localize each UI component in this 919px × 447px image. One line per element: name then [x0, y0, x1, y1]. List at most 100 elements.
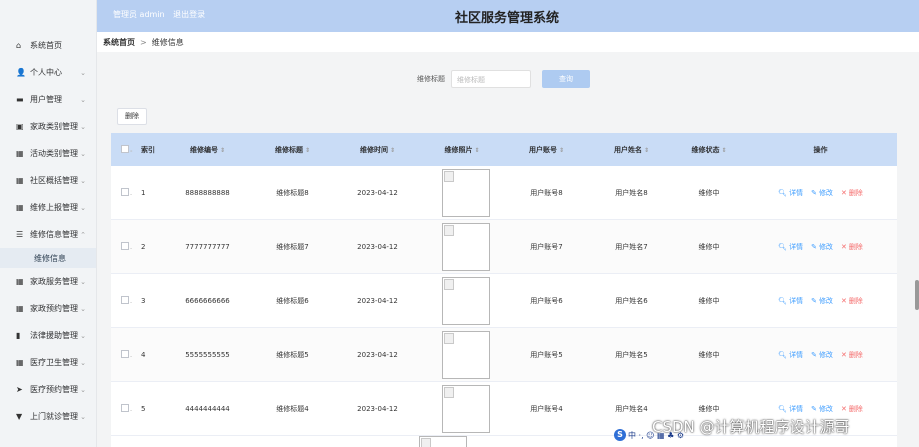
chart-icon: ▮ — [16, 331, 21, 340]
table-row: -3 6666666666 维修标题6 2023-04-12 用户账号6 用户姓名6 维修中… — [111, 274, 897, 328]
sidebar-item-10[interactable]: ▮ 法律援助管理 ⌄ — [0, 322, 96, 349]
row-name: 用户姓名4 — [615, 404, 648, 413]
row-title: 维修标题4 — [276, 404, 309, 413]
edit-button[interactable]: ✎ 修改 — [811, 242, 833, 252]
sidebar-item-label: 活动类别管理 — [30, 149, 78, 158]
header-status[interactable]: 维修状态 ⇕ — [674, 145, 744, 155]
header-title[interactable]: 维修标题 ⇕ — [250, 145, 335, 155]
row-status: 维修中 — [698, 188, 720, 197]
search-bar: 维修标题 维修标题 查询 — [417, 70, 590, 88]
query-button[interactable]: 查询 — [542, 70, 590, 88]
sidebar-item-7[interactable]: ☰ 维修信息管理 ⌃ — [0, 221, 96, 248]
sidebar-item-0[interactable]: ⌂ 系统首页 — [0, 32, 96, 59]
chevron-icon: ⌄ — [80, 304, 86, 313]
chevron-icon: ⌄ — [80, 68, 86, 77]
row-checkbox[interactable] — [121, 241, 129, 250]
row-checkbox[interactable] — [121, 295, 129, 304]
row-checkbox[interactable] — [121, 403, 129, 412]
row-title: 维修标题7 — [276, 242, 309, 251]
sidebar-item-13[interactable]: ▼ 上门就诊管理 ⌄ — [0, 403, 96, 430]
repair-photo-thumbnail — [442, 276, 490, 325]
sidebar-item-3[interactable]: ▣ 家政类别管理 ⌄ — [0, 113, 96, 140]
chevron-icon: ⌄ — [80, 277, 86, 286]
row-photo — [420, 222, 504, 271]
sidebar-item-5[interactable]: ▦ 社区概括管理 ⌄ — [0, 167, 96, 194]
row-ops: 🔍︎ 详情 ✎ 修改 ✕ 删除 — [744, 188, 897, 198]
close-icon: ✕ — [840, 296, 847, 305]
send-icon: ➤ — [16, 385, 23, 394]
row-name: 用户姓名6 — [615, 296, 648, 305]
row-ops: 🔍︎ 详情 ✎ 修改 ✕ 删除 — [744, 404, 897, 414]
chevron-icon: ⌄ — [80, 331, 86, 340]
header-number[interactable]: 维修编号 ⇕ — [165, 145, 250, 155]
detail-button[interactable]: 🔍︎ 详情 — [778, 296, 803, 306]
row-select-cell: - — [111, 241, 141, 252]
pin-icon: ▼ — [16, 412, 23, 421]
chevron-icon: ⌃ — [80, 230, 86, 239]
row-number: 6666666666 — [185, 296, 230, 305]
sidebar-item-label: 医疗预约管理 — [30, 385, 78, 394]
sort-icon: ⇕ — [721, 146, 727, 154]
header-photo[interactable]: 维修照片 ⇕ — [420, 145, 504, 155]
row-number: 5555555555 — [185, 350, 230, 359]
row-ops: 🔍︎ 详情 ✎ 修改 ✕ 删除 — [744, 242, 897, 252]
table-row: -2 7777777777 维修标题7 2023-04-12 用户账号7 用户姓名7 维修中… — [111, 220, 897, 274]
delete-button[interactable]: ✕ 删除 — [841, 188, 863, 198]
edit-button[interactable]: ✎ 修改 — [811, 350, 833, 360]
sort-icon: ⇕ — [558, 146, 565, 154]
table-row: -1 8888888888 维修标题8 2023-04-12 用户账号8 用户姓名8 维修中… — [111, 166, 897, 220]
sidebar-item-1[interactable]: 👤 个人中心 ⌄ — [0, 59, 96, 86]
edit-button[interactable]: ✎ 修改 — [811, 404, 833, 414]
batch-delete-button[interactable]: 删除 — [117, 108, 147, 125]
sidebar-item-6[interactable]: ▦ 维修上报管理 ⌄ — [0, 194, 96, 221]
pencil-icon: ✎ — [811, 404, 817, 413]
delete-button[interactable]: ✕ 删除 — [841, 404, 863, 414]
sidebar-item-label: 上门就诊管理 — [30, 412, 78, 421]
sidebar-top-space — [0, 0, 96, 32]
sidebar-item-12[interactable]: ➤ 医疗预约管理 ⌄ — [0, 376, 96, 403]
delete-button[interactable]: ✕ 删除 — [841, 296, 863, 306]
row-checkbox[interactable] — [121, 187, 129, 196]
search-icon: 🔍︎ — [778, 404, 788, 413]
breadcrumb-home[interactable]: 系统首页 — [103, 38, 135, 47]
row-select-cell: - — [111, 295, 141, 306]
ime-logo-icon: S — [614, 429, 626, 441]
delete-button[interactable]: ✕ 删除 — [841, 350, 863, 360]
row-title: 维修标题6 — [276, 296, 309, 305]
search-input[interactable]: 维修标题 — [451, 70, 531, 88]
row-checkbox[interactable] — [121, 349, 129, 358]
sidebar-item-2[interactable]: ▬ 用户管理 ⌄ — [0, 86, 96, 113]
edit-button[interactable]: ✎ 修改 — [811, 188, 833, 198]
sidebar-item-label: 社区概括管理 — [30, 176, 78, 185]
row-number: 7777777777 — [185, 242, 230, 251]
header-name[interactable]: 用户姓名 ⇕ — [589, 145, 674, 155]
sidebar-item-label: 家政类别管理 — [30, 122, 78, 131]
row-time: 2023-04-12 — [357, 404, 398, 413]
delete-button[interactable]: ✕ 删除 — [841, 242, 863, 252]
sidebar-item-9[interactable]: ▦ 家政预约管理 ⌄ — [0, 295, 96, 322]
detail-button[interactable]: 🔍︎ 详情 — [778, 404, 803, 414]
sidebar-subitem-active[interactable]: 维修信息 — [0, 248, 96, 268]
sidebar-item-label: 维修信息管理 — [30, 230, 78, 239]
pencil-icon: ✎ — [811, 188, 817, 197]
row-status: 维修中 — [698, 404, 720, 413]
page-scrollbar[interactable] — [915, 280, 919, 310]
select-all-checkbox[interactable] — [121, 144, 129, 153]
row-number: 4444444444 — [185, 404, 230, 413]
row-photo — [420, 384, 504, 433]
row-index: 1 — [141, 188, 146, 197]
detail-button[interactable]: 🔍︎ 详情 — [778, 242, 803, 252]
sidebar-item-11[interactable]: ▦ 医疗卫生管理 ⌄ — [0, 349, 96, 376]
sidebar-item-8[interactable]: ▦ 家政服务管理 ⌄ — [0, 268, 96, 295]
detail-button[interactable]: 🔍︎ 详情 — [778, 350, 803, 360]
header-time[interactable]: 维修时间 ⇕ — [335, 145, 420, 155]
sliders-icon: ☰ — [16, 230, 24, 239]
row-time: 2023-04-12 — [357, 242, 398, 251]
header-account[interactable]: 用户账号 ⇕ — [504, 145, 589, 155]
edit-button[interactable]: ✎ 修改 — [811, 296, 833, 306]
breadcrumb-separator: > — [140, 38, 147, 47]
row-account: 用户账号8 — [530, 188, 563, 197]
detail-button[interactable]: 🔍︎ 详情 — [778, 188, 803, 198]
sidebar-item-4[interactable]: ▦ 活动类别管理 ⌄ — [0, 140, 96, 167]
category-icon: ▣ — [16, 122, 24, 131]
